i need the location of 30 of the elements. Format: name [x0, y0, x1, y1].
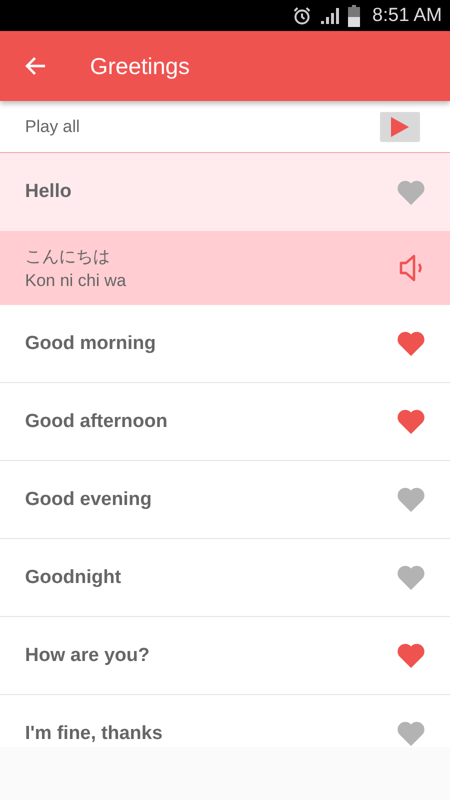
phrase-text: Good evening	[25, 488, 152, 510]
heart-icon[interactable]	[397, 331, 425, 356]
status-time: 8:51 AM	[372, 4, 442, 26]
screen-title: Greetings	[90, 52, 190, 80]
phrase-text: I'm fine, thanks	[25, 722, 163, 744]
phrase-text: Good afternoon	[25, 410, 168, 432]
phrase-text: Hello	[25, 181, 72, 203]
heart-icon[interactable]	[397, 565, 425, 590]
heart-icon[interactable]	[397, 180, 425, 204]
romanized-text: Kon ni chi wa	[25, 271, 126, 291]
phrase-row[interactable]: Hello	[0, 153, 450, 231]
signal-icon	[320, 6, 340, 24]
phrase-row[interactable]: How are you?	[0, 617, 450, 695]
phrase-text: How are you?	[25, 644, 150, 666]
phrase-text: Goodnight	[25, 566, 122, 588]
heart-icon[interactable]	[397, 409, 425, 434]
alarm-icon	[292, 6, 312, 26]
phrase-row[interactable]: Good afternoon	[0, 383, 450, 461]
heart-icon[interactable]	[397, 721, 425, 746]
heart-icon[interactable]	[397, 643, 425, 668]
play-button[interactable]	[380, 112, 420, 142]
heart-icon[interactable]	[397, 487, 425, 512]
play-all-label: Play all	[25, 116, 80, 136]
phrase-text: Good morning	[25, 332, 156, 354]
play-icon	[391, 116, 409, 136]
phrase-row[interactable]: Good morning	[0, 305, 450, 383]
battery-icon	[348, 4, 360, 26]
phrase-row[interactable]: Good evening	[0, 461, 450, 539]
phrase-row[interactable]: Goodnight	[0, 539, 450, 617]
native-text: こんにちは	[25, 246, 111, 268]
